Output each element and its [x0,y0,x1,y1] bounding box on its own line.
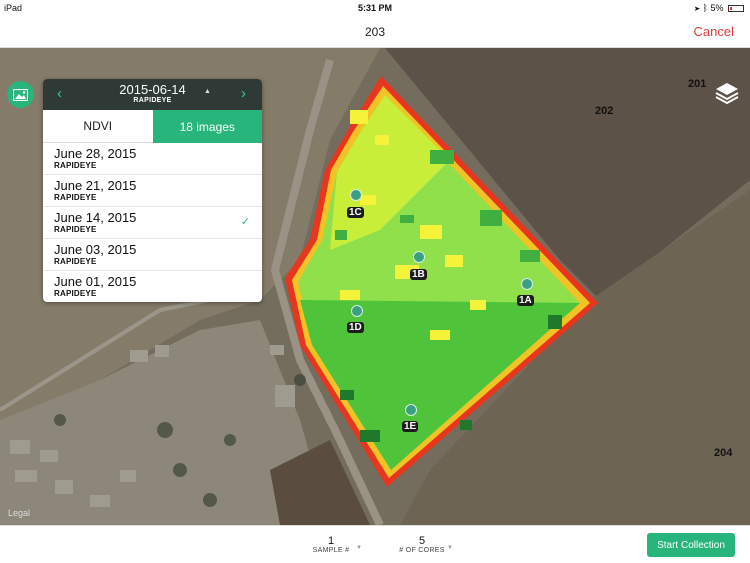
tab-ndvi[interactable]: NDVI [43,110,153,143]
list-item-date: June 14, 2015 [54,210,137,225]
list-item[interactable]: June 03, 2015 RAPIDEYE [43,239,262,271]
caret-up-icon[interactable]: ▲ [204,88,211,95]
list-item[interactable]: June 21, 2015 RAPIDEYE [43,175,262,207]
layers-button[interactable] [714,80,740,106]
field-label-204[interactable]: 204 [714,447,732,459]
battery-icon [728,5,744,13]
selected-sensor: RAPIDEYE [133,97,172,104]
sample-number-label: SAMPLE # [312,547,350,554]
field-label-201[interactable]: 201 [688,78,706,90]
list-item-sensor: RAPIDEYE [54,289,97,298]
field-label-202[interactable]: 202 [595,105,613,117]
list-item-date: June 03, 2015 [54,242,137,257]
view-segmented-control: NDVI 18 images [43,110,262,143]
sample-point-1b[interactable] [413,251,425,263]
sample-point-1e[interactable] [405,404,417,416]
layers-icon [715,83,739,105]
sample-point-1c[interactable] [350,189,362,201]
status-bar: iPad 5:31 PM ➤ ᛒ 5% [0,0,750,16]
cancel-button[interactable]: Cancel [694,24,734,39]
dropdown-icon: ▼ [447,545,453,551]
chevron-right-icon[interactable]: › [241,85,246,102]
battery-status: ➤ ᛒ 5% [695,3,744,13]
tab-images[interactable]: 18 images [152,110,262,143]
list-item-sensor: RAPIDEYE [54,257,97,266]
sample-label-1a: 1A [517,295,534,306]
list-item-sensor: RAPIDEYE [54,161,97,170]
sample-point-1a[interactable] [521,278,533,290]
list-item[interactable]: June 14, 2015 RAPIDEYE ✓ [43,207,262,239]
sample-label-1b: 1B [410,269,427,280]
page-title: 203 [364,25,386,39]
list-item[interactable]: June 01, 2015 RAPIDEYE [43,271,262,302]
list-item-sensor: RAPIDEYE [54,193,97,202]
sample-point-1d[interactable] [351,305,363,317]
selected-date: 2015-06-14 [119,82,186,97]
battery-percent: 5% [710,3,724,13]
dropdown-icon: ▼ [356,545,362,551]
sample-label-1c: 1C [347,207,364,218]
sample-number-picker[interactable]: 1 SAMPLE # ▼ [306,535,362,554]
status-time: 5:31 PM [357,3,392,13]
image-icon [13,88,28,101]
cores-picker[interactable]: 5 # OF CORES ▼ [397,535,453,554]
list-item-date: June 01, 2015 [54,274,137,289]
cores-label: # OF CORES [399,547,445,554]
list-item[interactable]: June 28, 2015 RAPIDEYE [43,143,262,175]
list-item-sensor: RAPIDEYE [54,225,97,234]
sample-label-1d: 1D [347,322,364,333]
legal-link[interactable]: Legal [8,508,30,518]
cores-value: 5 [418,535,426,547]
bluetooth-icon: ᛒ [702,3,708,13]
bottom-toolbar: 1 SAMPLE # ▼ 5 # OF CORES ▼ Start Collec… [0,525,750,563]
sample-number-value: 1 [327,535,335,547]
image-selector-panel: ‹ 2015-06-14 RAPIDEYE ▲ › NDVI 18 images… [43,79,262,302]
start-collection-button[interactable]: Start Collection [647,533,735,557]
sample-label-1e: 1E [402,421,419,432]
location-icon: ➤ [694,3,701,13]
nav-bar: 203 Cancel [0,16,750,48]
image-toggle-button[interactable] [7,81,34,108]
panel-header: ‹ 2015-06-14 RAPIDEYE ▲ › [43,79,262,110]
checkmark-icon: ✓ [240,216,250,228]
list-item-date: June 28, 2015 [54,146,137,161]
list-item-date: June 21, 2015 [54,178,137,193]
